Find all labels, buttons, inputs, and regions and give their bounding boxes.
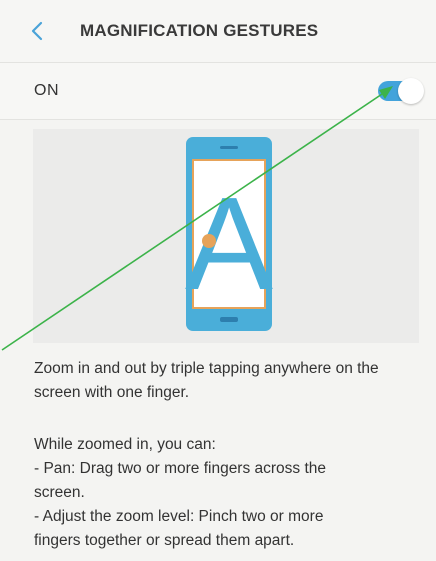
back-button[interactable]	[20, 13, 54, 49]
page-title: MAGNIFICATION GESTURES	[80, 21, 319, 40]
description-line: While zoomed in, you can:	[34, 436, 216, 453]
letter-a: A	[185, 170, 273, 317]
content-area: A Zoom in and out by triple tapping anyw…	[0, 120, 436, 561]
phone-speaker	[220, 146, 238, 149]
toggle-label: ON	[34, 82, 59, 99]
app-bar: MAGNIFICATION GESTURES	[0, 0, 436, 62]
on-off-switch[interactable]	[378, 78, 424, 104]
description-line: fingers together or spread them apart.	[34, 532, 295, 549]
touch-point	[202, 234, 216, 248]
description-line: - Adjust the zoom level: Pinch two or mo…	[34, 508, 324, 525]
gesture-illustration: A	[33, 129, 419, 343]
chevron-left-icon	[31, 21, 43, 41]
phone-illustration: A	[185, 137, 273, 331]
switch-thumb	[398, 78, 424, 104]
description-paragraph-1: Zoom in and out by triple tapping anywhe…	[34, 360, 379, 401]
home-button-graphic	[220, 317, 238, 322]
description-line: screen.	[34, 484, 85, 501]
description-paragraph-2: While zoomed in, you can: - Pan: Drag tw…	[34, 433, 424, 553]
description-line: - Pan: Drag two or more fingers across t…	[34, 460, 327, 477]
master-toggle-row[interactable]: ON	[0, 63, 436, 119]
